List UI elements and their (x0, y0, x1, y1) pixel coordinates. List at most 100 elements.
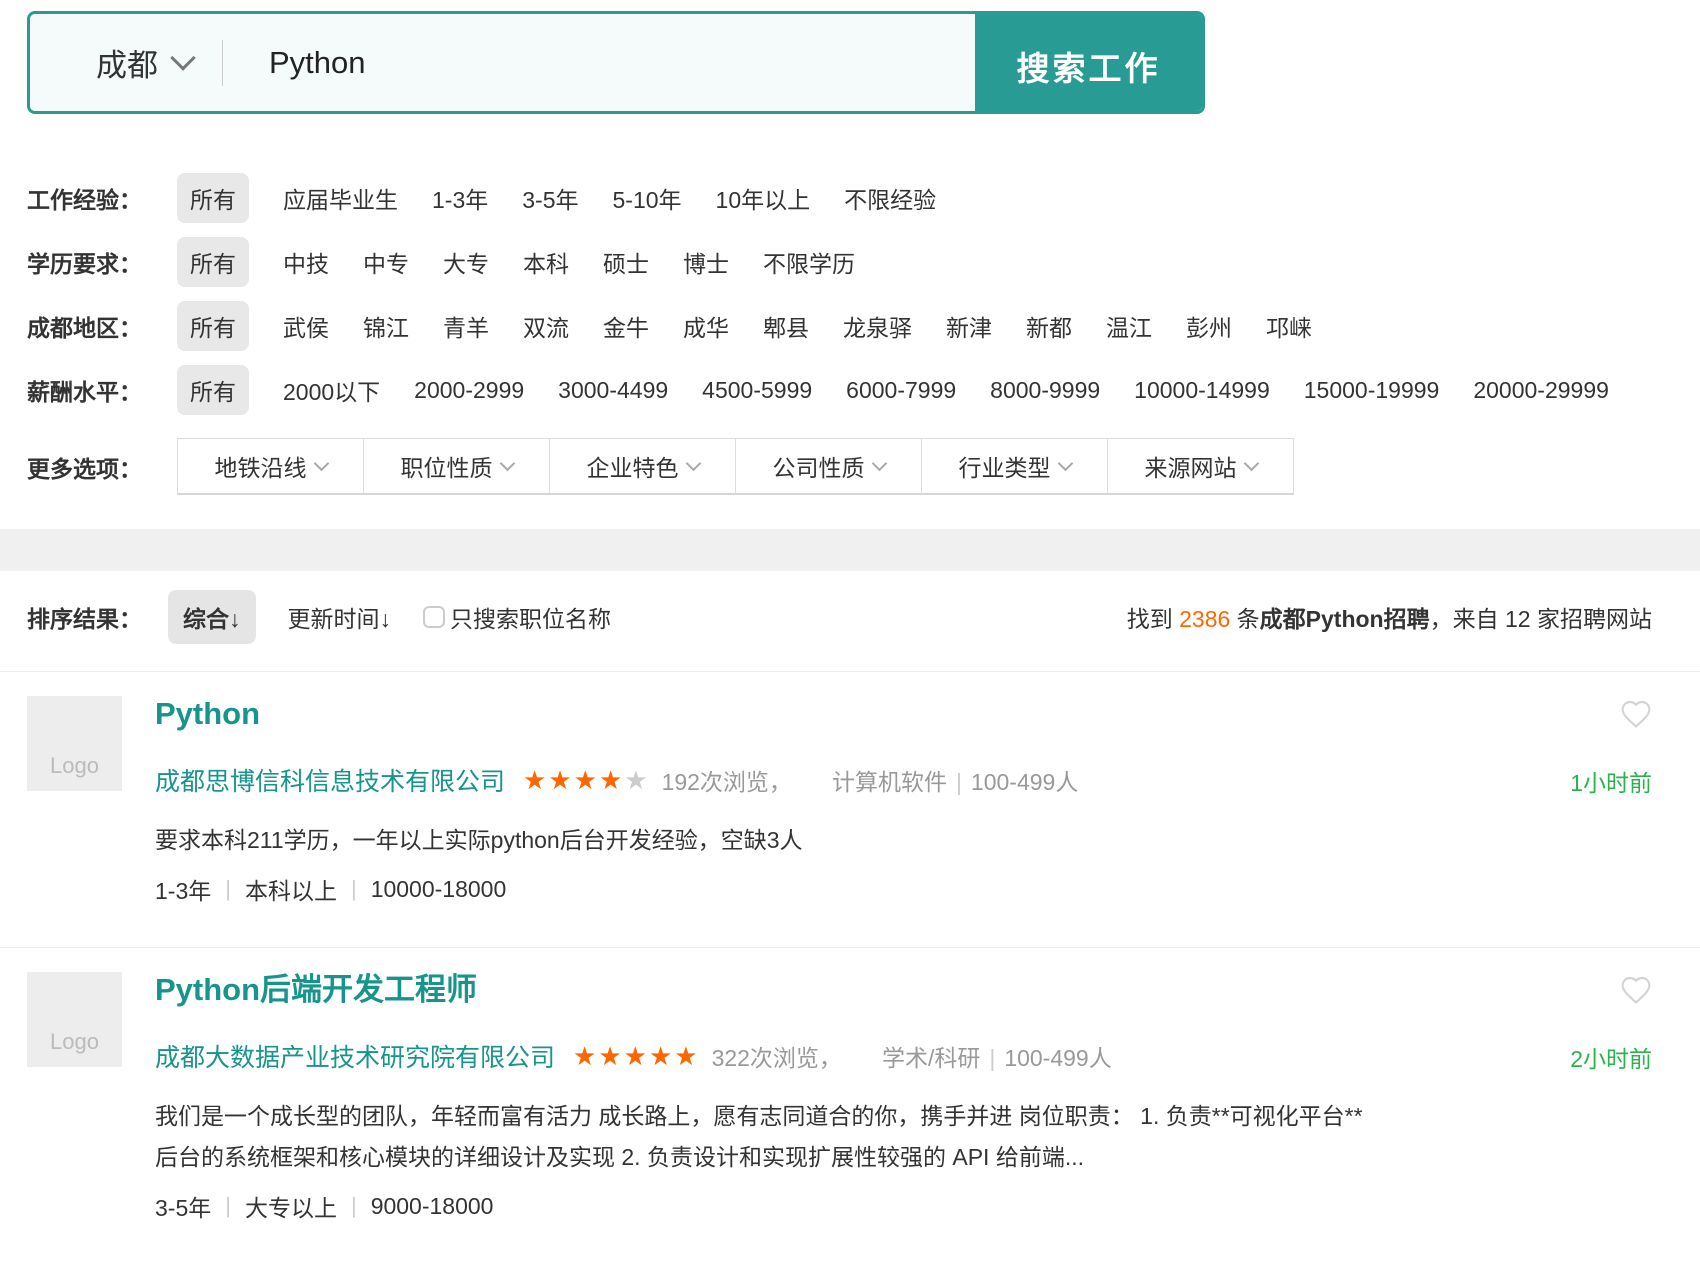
dropdown-label: 地铁沿线 (215, 449, 307, 483)
summary-middle: 条 (1230, 606, 1259, 632)
filter-option[interactable]: 成华 (683, 309, 729, 343)
filter-option[interactable]: 应届毕业生 (283, 181, 398, 215)
company-logo: Logo (27, 696, 122, 791)
filter-option[interactable]: 1-3年 (432, 181, 488, 215)
job-experience: 1-3年 (155, 872, 211, 906)
section-divider (0, 529, 1700, 571)
sort-label: 排序结果： (27, 600, 142, 634)
filter-option[interactable]: 龙泉驿 (843, 309, 912, 343)
search-box: 成都 (30, 14, 975, 111)
summary-prefix: 找到 (1127, 606, 1179, 632)
sort-option[interactable]: 综合↓ (168, 590, 256, 644)
filter-option[interactable]: 3-5年 (522, 181, 578, 215)
filter-option[interactable]: 所有 (177, 365, 249, 415)
filter-label: 成都地区： (27, 309, 177, 343)
chevron-down-icon (499, 456, 515, 472)
chevron-down-icon (1057, 456, 1073, 472)
job-title-link[interactable]: Python (155, 696, 260, 732)
filter-label: 更多选项： (27, 450, 177, 484)
filter-option[interactable]: 温江 (1106, 309, 1152, 343)
more-filter-dropdown[interactable]: 职位性质 (363, 438, 550, 495)
view-count: 322次浏览， (712, 1039, 842, 1073)
company-link[interactable]: 成都思博信科信息技术有限公司 (155, 762, 505, 798)
filter-option[interactable]: 不限学历 (763, 245, 855, 279)
filter-option[interactable]: 中技 (283, 245, 329, 279)
post-time: 1小时前 (1570, 764, 1652, 798)
more-filter-dropdowns: 地铁沿线 职位性质 企业特色 公司性质 行业类型 来源网站 (177, 438, 1294, 495)
filter-option[interactable]: 3000-4499 (558, 377, 668, 404)
filter-option[interactable]: 双流 (523, 309, 569, 343)
company-link[interactable]: 成都大数据产业技术研究院有限公司 (155, 1038, 555, 1074)
chevron-down-icon (1243, 456, 1259, 472)
favorite-heart-icon[interactable] (1620, 698, 1652, 730)
star-rating: ★★★★★ (523, 767, 650, 793)
filter-option[interactable]: 博士 (683, 245, 729, 279)
sort-option[interactable]: 更新时间↓ (288, 600, 392, 634)
job-meta: 3-5年 | 大专以上 | 9000-18000 (155, 1186, 1652, 1226)
more-filter-dropdown[interactable]: 行业类型 (921, 438, 1108, 495)
filter-option[interactable]: 郫县 (763, 309, 809, 343)
job-card: Logo Python后端开发工程师 成都大数据产业技术研究院有限公司 ★★★★… (0, 947, 1700, 1264)
search-button[interactable]: 搜索工作 (975, 14, 1202, 114)
meta-separator: | (351, 1193, 357, 1219)
city-select[interactable]: 成都 (30, 40, 222, 85)
filter-option[interactable]: 8000-9999 (990, 377, 1100, 404)
logo-placeholder-text: Logo (50, 753, 99, 779)
summary-suffix: ，来自 12 家招聘网站 (1430, 606, 1652, 632)
filter-option[interactable]: 4500-5999 (702, 377, 812, 404)
filter-option[interactable]: 2000以下 (283, 373, 380, 407)
filter-option[interactable]: 中专 (363, 245, 409, 279)
filter-option[interactable]: 所有 (177, 173, 249, 223)
chevron-down-icon (685, 456, 701, 472)
filter-label: 工作经验： (27, 181, 177, 215)
filter-option[interactable]: 15000-19999 (1304, 377, 1440, 404)
job-meta: 1-3年 | 本科以上 | 10000-18000 (155, 869, 1652, 909)
filter-row: 成都地区： 所有武侯锦江青羊双流金牛成华郫县龙泉驿新津新都温江彭州邛崃 (27, 304, 1700, 348)
filter-option[interactable]: 邛崃 (1266, 309, 1312, 343)
filter-option[interactable]: 新都 (1026, 309, 1072, 343)
job-education: 大专以上 (245, 1189, 337, 1223)
filter-option[interactable]: 大专 (443, 245, 489, 279)
job-title-only-label: 只搜索职位名称 (450, 600, 611, 634)
job-list: Logo Python 成都思博信科信息技术有限公司 ★★★★★ 192次浏览，… (0, 671, 1700, 1264)
logo-placeholder-text: Logo (50, 1029, 99, 1055)
filter-options: 所有中技中专大专本科硕士博士不限学历 (177, 237, 855, 287)
filter-option[interactable]: 武侯 (283, 309, 329, 343)
filter-label: 学历要求： (27, 245, 177, 279)
job-card: Logo Python 成都思博信科信息技术有限公司 ★★★★★ 192次浏览，… (0, 671, 1700, 947)
filter-options: 所有 2000以下 2000-2999 3000-4499 4500-5999 6000-… (177, 365, 1609, 415)
filter-option[interactable]: 2000-2999 (414, 377, 524, 404)
filter-rows: 工作经验： 所有应届毕业生1-3年3-5年5-10年10年以上不限经验 学历要求… (27, 176, 1700, 412)
filter-option[interactable]: 所有 (177, 301, 249, 351)
search-input[interactable] (223, 45, 975, 81)
favorite-heart-icon[interactable] (1620, 974, 1652, 1006)
filter-option[interactable]: 锦江 (363, 309, 409, 343)
job-description: 要求本科211学历，一年以上实际python后台开发经验，空缺3人 (155, 820, 1652, 861)
job-title-link[interactable]: Python后端开发工程师 (155, 972, 477, 1008)
sort-bar: 排序结果： 综合↓更新时间↓ 只搜索职位名称 找到 2386 条成都Python… (27, 591, 1652, 643)
job-title-only-checkbox[interactable] (423, 606, 445, 628)
more-filter-dropdown[interactable]: 企业特色 (549, 438, 736, 495)
filter-label: 薪酬水平： (27, 373, 177, 407)
filter-option[interactable]: 20000-29999 (1473, 377, 1609, 404)
filter-option[interactable]: 不限经验 (844, 181, 936, 215)
filter-option[interactable]: 本科 (523, 245, 569, 279)
filter-option[interactable]: 彭州 (1186, 309, 1232, 343)
filter-option[interactable]: 10年以上 (716, 181, 811, 215)
more-filter-dropdown[interactable]: 地铁沿线 (177, 438, 364, 495)
filter-options: 所有应届毕业生 1-3年 3-5年 5-10年 10年以上不限经验 (177, 173, 936, 223)
filter-option[interactable]: 5-10年 (613, 181, 682, 215)
more-filter-dropdown[interactable]: 公司性质 (735, 438, 922, 495)
view-count: 192次浏览， (662, 763, 792, 797)
filter-option[interactable]: 青羊 (443, 309, 489, 343)
filter-option[interactable]: 新津 (946, 309, 992, 343)
filter-option[interactable]: 10000-14999 (1134, 377, 1270, 404)
filter-row: 薪酬水平： 所有 2000以下 2000-2999 3000-4499 4500-599… (27, 368, 1700, 412)
filter-option[interactable]: 所有 (177, 237, 249, 287)
more-filter-dropdown[interactable]: 来源网站 (1107, 438, 1294, 495)
filter-option[interactable]: 6000-7999 (846, 377, 956, 404)
filter-option[interactable]: 金牛 (603, 309, 649, 343)
search-bar: 成都 搜索工作 (27, 11, 1205, 114)
filter-option[interactable]: 硕士 (603, 245, 649, 279)
job-description: 我们是一个成长型的团队，年轻而富有活力 成长路上，愿有志同道合的你，携手并进 岗… (155, 1096, 1652, 1178)
